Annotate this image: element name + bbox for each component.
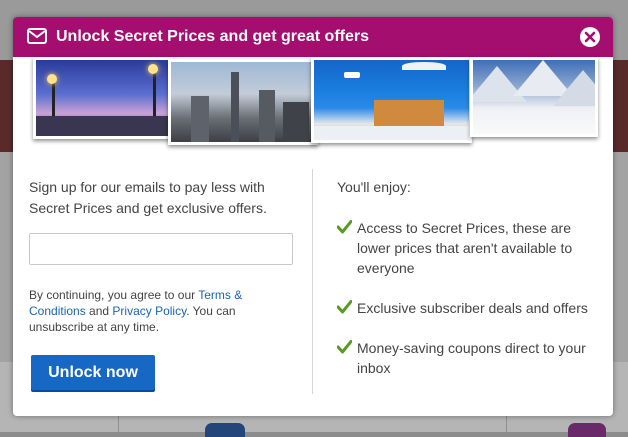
benefits-list: Access to Secret Prices, these are lower… — [337, 218, 607, 398]
email-input[interactable] — [29, 233, 293, 265]
modal-header: Unlock Secret Prices and get great offer… — [13, 17, 613, 57]
benefit-text: Money-saving coupons direct to your inbo… — [357, 340, 586, 376]
santorini-sea-photo — [311, 57, 472, 143]
signup-intro-text: Sign up for our emails to pay less with … — [29, 179, 267, 216]
unlock-now-button[interactable]: Unlock now — [31, 355, 155, 390]
secret-prices-modal: Unlock Secret Prices and get great offer… — [13, 17, 613, 416]
column-divider — [312, 169, 313, 394]
benefits-column: You'll enjoy: Access to Secret Prices, t… — [337, 177, 607, 376]
destination-photo-banner — [13, 57, 613, 147]
benefit-item: Money-saving coupons direct to your inbo… — [337, 338, 607, 378]
modal-title: Unlock Secret Prices and get great offer… — [56, 28, 369, 45]
checkmark-icon — [337, 220, 352, 234]
benefits-title: You'll enjoy: — [337, 179, 411, 195]
consent-middle: and — [85, 304, 113, 318]
paris-bridge-photo — [33, 57, 173, 139]
new-york-skyline-photo — [168, 59, 318, 145]
close-button[interactable] — [580, 27, 600, 47]
checkmark-icon — [337, 340, 352, 354]
background-image-right — [612, 60, 628, 152]
benefit-text: Exclusive subscriber deals and offers — [357, 300, 588, 316]
consent-prefix: By continuing, you agree to our — [29, 288, 199, 302]
consent-text: By continuing, you agree to our Terms & … — [29, 287, 289, 335]
signup-column: Sign up for our emails to pay less with … — [29, 177, 299, 390]
checkmark-icon — [337, 300, 352, 314]
benefit-item: Exclusive subscriber deals and offers — [337, 298, 607, 318]
background-app-icon — [568, 423, 606, 437]
background-app-icon — [205, 423, 245, 437]
benefit-item: Access to Secret Prices, these are lower… — [337, 218, 607, 278]
close-icon — [584, 31, 596, 43]
benefit-text: Access to Secret Prices, these are lower… — [357, 220, 573, 276]
mail-icon — [27, 28, 47, 44]
privacy-policy-link[interactable]: Privacy Policy — [112, 304, 186, 318]
snowy-mountain-photo — [470, 57, 598, 137]
